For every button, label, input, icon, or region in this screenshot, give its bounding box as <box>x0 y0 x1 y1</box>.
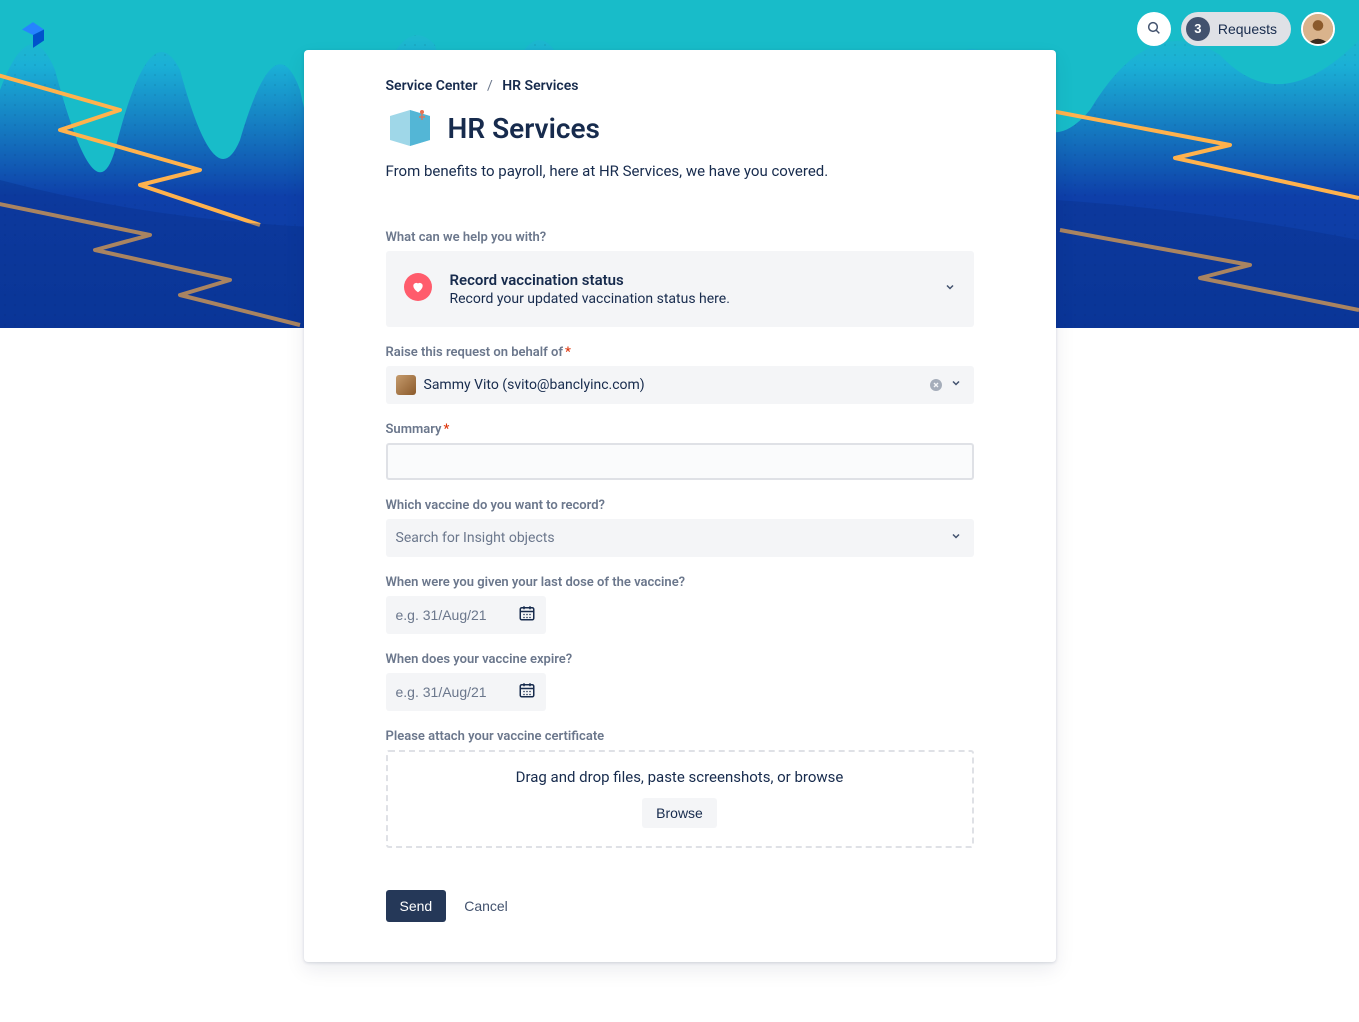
request-type-desc: Record your updated vaccination status h… <box>450 291 730 307</box>
clear-icon[interactable] <box>928 377 944 393</box>
chevron-down-icon <box>948 530 964 546</box>
help-with-label: What can we help you with? <box>386 230 974 245</box>
vaccine-placeholder: Search for Insight objects <box>396 530 948 546</box>
send-button[interactable]: Send <box>386 890 447 922</box>
page-subtitle: From benefits to payroll, here at HR Ser… <box>386 162 974 180</box>
requests-count-badge: 3 <box>1186 17 1210 41</box>
user-avatar[interactable] <box>1301 12 1335 46</box>
form-card: Service Center / HR Services HR Services… <box>304 50 1056 962</box>
calendar-icon[interactable] <box>518 604 536 626</box>
on-behalf-selector[interactable]: Sammy Vito (svito@banclyinc.com) <box>386 366 974 404</box>
request-type-title: Record vaccination status <box>450 271 730 289</box>
vaccine-label: Which vaccine do you want to record? <box>386 498 974 513</box>
breadcrumb-root[interactable]: Service Center <box>386 78 478 94</box>
breadcrumb: Service Center / HR Services <box>386 78 974 94</box>
page-title: HR Services <box>448 112 600 145</box>
dropzone-text: Drag and drop files, paste screenshots, … <box>398 768 962 786</box>
heart-icon <box>404 273 432 301</box>
on-behalf-value: Sammy Vito (svito@banclyinc.com) <box>424 377 928 393</box>
cancel-button[interactable]: Cancel <box>464 898 508 914</box>
chevron-down-icon <box>944 281 956 297</box>
service-hero-icon <box>386 104 434 152</box>
search-button[interactable] <box>1137 12 1171 46</box>
requests-button[interactable]: 3 Requests <box>1181 12 1291 46</box>
on-behalf-avatar <box>396 375 416 395</box>
on-behalf-label: Raise this request on behalf of* <box>386 345 974 360</box>
app-logo <box>22 22 44 52</box>
last-dose-date-field[interactable] <box>386 596 546 634</box>
search-icon <box>1146 20 1162 39</box>
attachment-dropzone[interactable]: Drag and drop files, paste screenshots, … <box>386 750 974 848</box>
summary-label: Summary* <box>386 422 974 437</box>
topbar: 3 Requests <box>1137 12 1335 46</box>
vaccine-selector[interactable]: Search for Insight objects <box>386 519 974 557</box>
calendar-icon[interactable] <box>518 681 536 703</box>
expires-input[interactable] <box>396 684 492 700</box>
request-type-selector[interactable]: Record vaccination status Record your up… <box>386 251 974 327</box>
last-dose-label: When were you given your last dose of th… <box>386 575 974 590</box>
breadcrumb-separator: / <box>481 78 499 94</box>
requests-label: Requests <box>1218 21 1277 37</box>
expires-label: When does your vaccine expire? <box>386 652 974 667</box>
last-dose-input[interactable] <box>396 607 492 623</box>
breadcrumb-current: HR Services <box>502 78 578 94</box>
browse-button[interactable]: Browse <box>642 798 717 828</box>
expires-date-field[interactable] <box>386 673 546 711</box>
attach-label: Please attach your vaccine certificate <box>386 729 974 744</box>
chevron-down-icon <box>948 377 964 393</box>
summary-input[interactable] <box>386 443 974 480</box>
